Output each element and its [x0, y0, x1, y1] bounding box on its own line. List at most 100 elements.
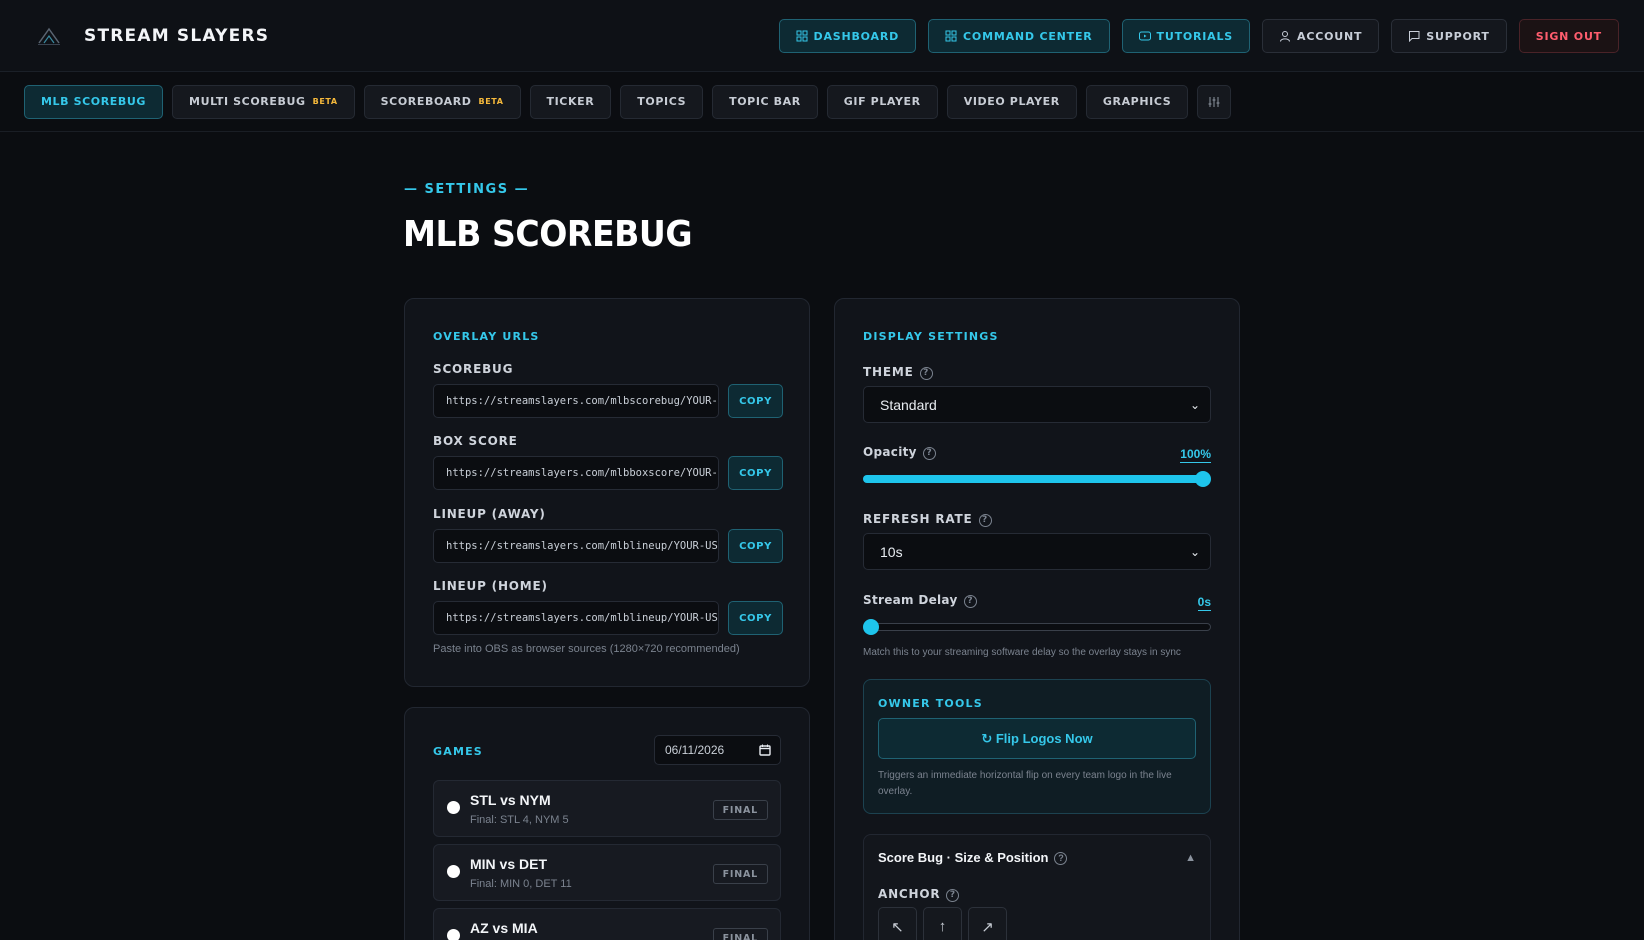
help-icon[interactable]: ? [963, 594, 977, 608]
game-title: STL vs NYM [470, 792, 551, 808]
game-row[interactable]: STL vs NYM Final: STL 4, NYM 5 FINAL [433, 780, 781, 837]
tab-multi-scorebug[interactable]: MULTI SCOREBUG BETA [172, 84, 355, 119]
anchor-top-button[interactable]: ↑ [923, 907, 962, 940]
anchor-label: ANCHOR? [878, 887, 960, 902]
command-center-button[interactable]: COMMAND CENTER [928, 19, 1110, 53]
url-label: BOX SCORE [433, 434, 518, 448]
tutorials-button[interactable]: TUTORIALS [1121, 19, 1251, 53]
stream-delay-hint: Match this to your streaming software de… [863, 647, 1181, 658]
refresh-rate-select[interactable]: 10s ⌄ [863, 533, 1211, 570]
brand[interactable]: STREAM SLAYERS [36, 25, 269, 47]
page-title: MLB SCOREBUG [403, 214, 693, 255]
game-radio[interactable] [447, 801, 460, 814]
account-label: ACCOUNT [1297, 29, 1363, 43]
date-value: 06/11/2026 [665, 743, 725, 757]
command-center-label: COMMAND CENTER [963, 29, 1093, 43]
obs-hint: Paste into OBS as browser sources (1280×… [433, 643, 740, 655]
top-navigation-bar: STREAM SLAYERS DASHBOARD COMMAND CENTER … [0, 0, 1644, 72]
anchor-buttons: ↖ ↑ ↗ [878, 907, 1007, 940]
game-row[interactable]: MIN vs DET Final: MIN 0, DET 11 FINAL [433, 844, 781, 901]
opacity-label-text: Opacity [863, 445, 917, 459]
help-icon[interactable]: ? [1054, 851, 1068, 865]
lineup-away-url-field[interactable]: https://streamslayers.com/mlblineup/YOUR… [433, 529, 719, 563]
top-nav-buttons: DASHBOARD COMMAND CENTER TUTORIALS ACCOU… [778, 19, 1619, 53]
play-icon [1138, 31, 1151, 41]
tab-ticker[interactable]: TICKER [529, 84, 612, 119]
url-group-scorebug: SCOREBUG https://streamslayers.com/mlbsc… [433, 362, 783, 418]
grid-icon [945, 30, 957, 42]
owner-tools-panel: OWNER TOOLS ↻ Flip Logos Now Triggers an… [863, 679, 1211, 814]
help-icon[interactable]: ? [922, 446, 936, 460]
tab-scoreboard[interactable]: SCOREBOARD BETA [363, 84, 521, 119]
status-badge: FINAL [712, 928, 768, 940]
opacity-value-text: 100% [1180, 447, 1211, 463]
grid-icon [796, 30, 808, 42]
date-picker[interactable]: 06/11/2026 [654, 735, 781, 765]
refresh-rate-value: 10s [880, 543, 903, 560]
copy-lineup-away-button[interactable]: COPY [728, 529, 783, 563]
copy-lineup-home-button[interactable]: COPY [728, 601, 783, 635]
beta-badge: BETA [312, 97, 338, 106]
tab-label: SCOREBOARD [380, 95, 472, 108]
tab-label: TOPIC BAR [729, 95, 801, 108]
url-label: SCOREBUG [433, 362, 514, 376]
lineup-home-url-field[interactable]: https://streamslayers.com/mlblineup/YOUR… [433, 601, 719, 635]
scorebug-url-field[interactable]: https://streamslayers.com/mlbscorebug/YO… [433, 384, 719, 418]
games-title: GAMES [433, 745, 483, 758]
support-button[interactable]: SUPPORT [1391, 19, 1507, 53]
box-score-url-field[interactable]: https://streamslayers.com/mlbboxscore/YO… [433, 456, 719, 490]
tab-mlb-scorebug[interactable]: MLB SCOREBUG [24, 84, 164, 119]
anchor-top-right-button[interactable]: ↗ [968, 907, 1007, 940]
copy-scorebug-button[interactable]: COPY [728, 384, 783, 418]
calendar-icon [759, 744, 771, 756]
game-title: MIN vs DET [470, 856, 548, 872]
brand-name: STREAM SLAYERS [84, 25, 270, 46]
flip-logos-button[interactable]: ↻ Flip Logos Now [878, 718, 1196, 759]
mountain-logo-icon [38, 27, 60, 45]
stream-delay-slider-thumb[interactable] [863, 619, 879, 635]
account-button[interactable]: ACCOUNT [1262, 19, 1380, 53]
tab-label: GIF PLAYER [843, 95, 921, 108]
theme-select[interactable]: Standard ⌄ [863, 386, 1211, 423]
refresh-rate-label: REFRESH RATE? [863, 512, 992, 527]
chevron-down-icon: ⌄ [1189, 544, 1200, 559]
opacity-slider[interactable] [863, 471, 1211, 487]
stream-delay-value: 0s [1197, 593, 1211, 611]
game-radio[interactable] [447, 929, 460, 940]
dashboard-label: DASHBOARD [813, 29, 900, 43]
tab-gif-player[interactable]: GIF PLAYER [826, 84, 938, 119]
help-icon[interactable]: ? [946, 888, 960, 902]
collapse-icon[interactable]: ▲ [1185, 852, 1196, 864]
tab-video-player[interactable]: VIDEO PLAYER [946, 84, 1077, 119]
tab-topics[interactable]: TOPICS [620, 84, 704, 119]
stream-delay-slider[interactable] [863, 619, 1211, 635]
tab-label: MLB SCOREBUG [41, 95, 147, 108]
score-bug-size-header[interactable]: Score Bug · Size & Position? ▲ [878, 850, 1196, 865]
owner-tools-hint: Triggers an immediate horizontal flip on… [878, 770, 1172, 797]
opacity-slider-thumb[interactable] [1195, 471, 1211, 487]
help-icon[interactable]: ? [978, 513, 992, 527]
url-group-lineup-away: LINEUP (AWAY) https://streamslayers.com/… [433, 507, 783, 563]
sign-out-label: SIGN OUT [1535, 29, 1602, 43]
user-icon [1280, 31, 1291, 42]
game-radio[interactable] [447, 865, 460, 878]
opacity-slider-fill [863, 475, 1203, 483]
refresh-rate-label-text: REFRESH RATE [863, 512, 973, 526]
tab-label: TOPICS [637, 95, 687, 108]
tab-topic-bar[interactable]: TOPIC BAR [712, 84, 818, 119]
tab-graphics[interactable]: GRAPHICS [1085, 84, 1189, 119]
anchor-label-text: ANCHOR [878, 887, 941, 901]
chat-icon [1409, 31, 1420, 42]
copy-box-score-button[interactable]: COPY [728, 456, 783, 490]
tab-label: TICKER [546, 95, 595, 108]
game-row[interactable]: AZ vs MIA FINAL [433, 908, 781, 940]
stream-delay-label-text: Stream Delay [863, 593, 958, 607]
support-label: SUPPORT [1426, 29, 1490, 43]
anchor-top-left-button[interactable]: ↖ [878, 907, 917, 940]
theme-value: Standard [880, 396, 937, 413]
game-score: Final: MIN 0, DET 11 [470, 878, 572, 890]
help-icon[interactable]: ? [919, 366, 933, 380]
sign-out-button[interactable]: SIGN OUT [1518, 19, 1619, 53]
dashboard-button[interactable]: DASHBOARD [778, 19, 917, 53]
tab-settings[interactable] [1197, 84, 1232, 119]
